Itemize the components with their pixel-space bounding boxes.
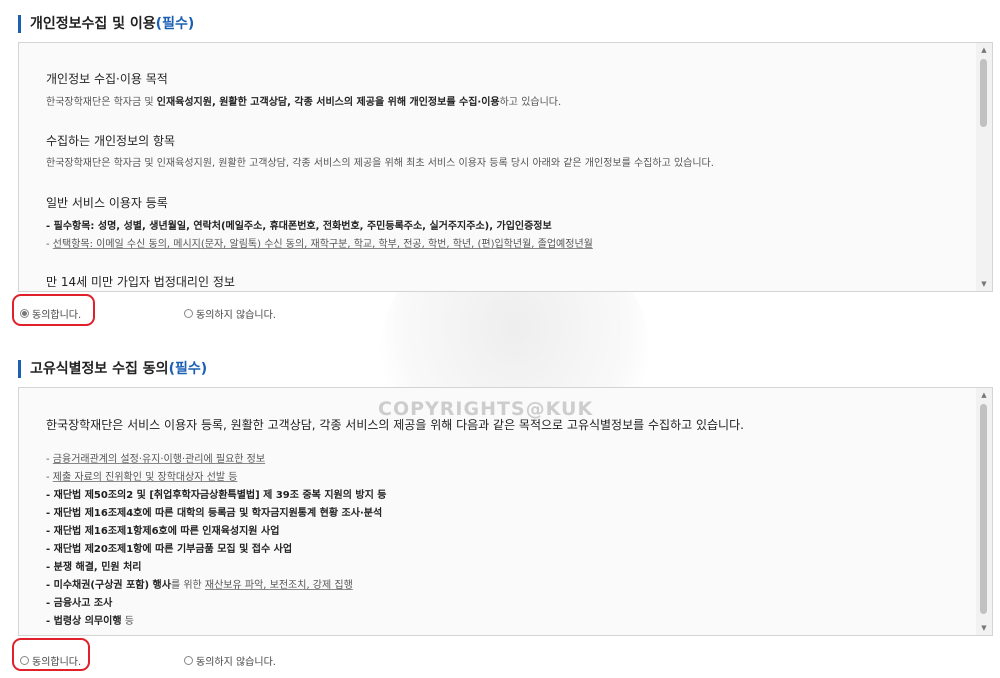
disagree-label: 동의하지 않습니다. bbox=[196, 657, 276, 668]
terms-item: - 재단법 제50조의2 및 [취업후학자금상환특별법] 제 39조 중복 지원… bbox=[46, 490, 387, 501]
scroll-thumb[interactable] bbox=[980, 59, 987, 127]
terms-item: - 재단법 제16조제4호에 따른 대학의 등록금 및 학자금지원통계 현황 조… bbox=[46, 508, 383, 519]
scrollbar[interactable]: ▲ ▼ bbox=[976, 388, 992, 635]
terms-item: - 법령상 의무이행 등 bbox=[46, 616, 134, 627]
required-label: (필수) bbox=[168, 361, 208, 377]
radio-unselected-icon[interactable] bbox=[184, 656, 193, 665]
terms-item: - 금융거래관계의 설정·유지·이행·관리에 필요한 정보 bbox=[46, 454, 266, 465]
section-title-text: 개인정보수집 및 이용 bbox=[30, 16, 156, 32]
scroll-up-icon[interactable]: ▲ bbox=[976, 388, 992, 402]
terms-item: - 재단법 제20조제1항에 따른 기부금품 모집 및 접수 사업 bbox=[46, 544, 293, 555]
terms-text: 한국장학재단은 학자금 및 인재육성지원, 원활한 고객상담, 각종 서비스의 … bbox=[46, 97, 562, 108]
terms-item: - 재단법 제16조제1항제6호에 따른 인재육성지원 사업 bbox=[46, 526, 280, 537]
watermark-text: COPYRIGHTS@KUK bbox=[378, 398, 594, 420]
scroll-thumb[interactable] bbox=[980, 404, 987, 614]
unique-id-terms-box[interactable]: 한국장학재단은 서비스 이용자 등록, 원활한 고객상담, 각종 서비스의 제공… bbox=[18, 387, 993, 636]
disagree-radio-personal-info[interactable]: 동의하지 않습니다. bbox=[184, 306, 276, 321]
section-title-personal-info: 개인정보수집 및 이용(필수) bbox=[18, 15, 194, 33]
terms-heading: 일반 서비스 이용자 등록 bbox=[46, 196, 168, 210]
terms-heading: 수집하는 개인정보의 항목 bbox=[46, 134, 176, 148]
terms-item: - 분쟁 해결, 민원 처리 bbox=[46, 562, 142, 573]
terms-text: 한국장학재단은 학자금 및 인재육성지원, 원활한 고객상담, 각종 서비스의 … bbox=[46, 158, 714, 169]
personal-info-terms-box[interactable]: 개인정보 수집·이용 목적 한국장학재단은 학자금 및 인재육성지원, 원활한 … bbox=[18, 42, 993, 292]
disagree-label: 동의하지 않습니다. bbox=[196, 310, 276, 321]
scroll-down-icon[interactable]: ▼ bbox=[976, 277, 992, 291]
section-title-unique-id: 고유식별정보 수집 동의(필수) bbox=[18, 360, 207, 378]
terms-heading: 개인정보 수집·이용 목적 bbox=[46, 72, 168, 86]
scrollbar[interactable]: ▲ ▼ bbox=[976, 43, 992, 291]
disagree-radio-unique-id[interactable]: 동의하지 않습니다. bbox=[184, 653, 276, 668]
scroll-down-icon[interactable]: ▼ bbox=[976, 621, 992, 635]
radio-unselected-icon[interactable] bbox=[184, 309, 193, 318]
terms-item: - 제출 자료의 진위확인 및 장학대상자 선발 등 bbox=[46, 472, 238, 483]
terms-text: - 선택항목: 이메일 수신 동의, 메시지(문자, 알림톡) 수신 동의, 재… bbox=[46, 239, 593, 250]
terms-heading: 만 14세 미만 가입자 법정대리인 정보 bbox=[46, 275, 235, 289]
terms-item: - 미수채권(구상권 포함) 행사를 위한 재산보유 파악, 보전조치, 강제 … bbox=[46, 580, 353, 591]
scroll-up-icon[interactable]: ▲ bbox=[976, 43, 992, 57]
terms-item: - 금융사고 조사 bbox=[46, 598, 113, 609]
required-label: (필수) bbox=[155, 16, 195, 32]
highlight-box bbox=[12, 638, 90, 671]
highlight-box bbox=[12, 294, 95, 326]
section-title-text: 고유식별정보 수집 동의 bbox=[30, 361, 169, 377]
terms-text: - 필수항목: 성명, 성별, 생년월일, 연락처(메일주소, 휴대폰번호, 전… bbox=[46, 221, 552, 232]
